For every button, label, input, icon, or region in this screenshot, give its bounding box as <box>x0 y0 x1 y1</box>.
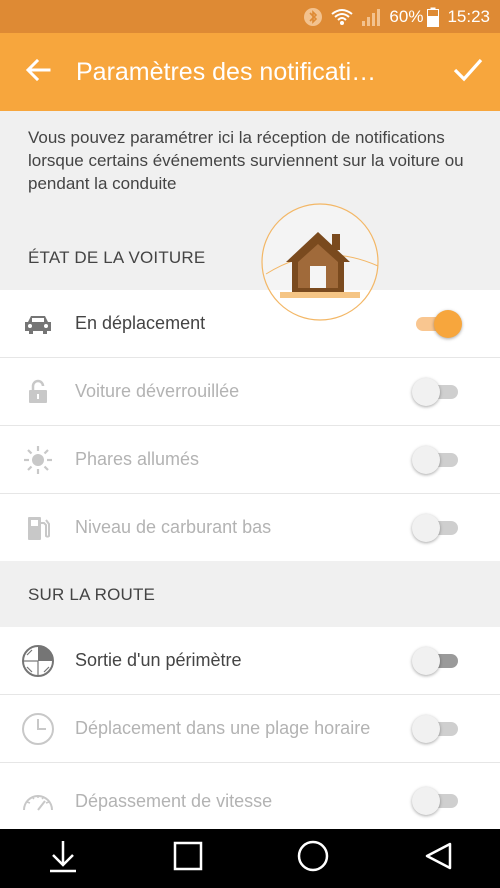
speedometer-icon <box>0 788 75 814</box>
setting-row-perimeter[interactable]: Sortie d'un périmètre <box>0 627 500 695</box>
perimeter-toggle[interactable] <box>412 646 462 676</box>
car-state-list: En déplacement Voiture déverrouillée Pha… <box>0 290 500 561</box>
clock-icon <box>0 712 75 746</box>
setting-row-time-range[interactable]: Déplacement dans une plage horaire <box>0 695 500 763</box>
section-header-car-state: ÉTAT DE LA VOITURE <box>28 248 206 267</box>
triangle-back-icon <box>423 841 453 876</box>
fuel-pump-icon <box>0 514 75 542</box>
navigation-bar <box>0 829 500 888</box>
confirm-button[interactable] <box>436 33 500 111</box>
setting-row-fuel[interactable]: Niveau de carburant bas <box>0 494 500 561</box>
time-range-toggle[interactable] <box>412 714 462 744</box>
nav-recents-button[interactable] <box>158 829 218 888</box>
battery-percent: 60% <box>389 6 424 26</box>
arrow-down-icon <box>48 839 78 878</box>
arrow-left-icon <box>25 57 51 88</box>
battery-icon <box>427 7 440 27</box>
moving-toggle[interactable] <box>412 309 462 339</box>
nav-notifications-button[interactable] <box>33 829 93 888</box>
intro-text: Vous pouvez paramétrer ici la réception … <box>28 128 464 193</box>
status-bar: 60% 15:23 <box>0 0 500 33</box>
setting-label: Sortie d'un périmètre <box>75 650 242 670</box>
app-bar: Paramètres des notificati… <box>0 33 500 111</box>
headlights-toggle[interactable] <box>412 445 462 475</box>
page-title: Paramètres des notificati… <box>76 57 377 86</box>
setting-label: Niveau de carburant bas <box>75 517 272 537</box>
check-icon <box>453 57 483 88</box>
unlocked-toggle[interactable] <box>412 377 462 407</box>
setting-row-speeding[interactable]: Dépassement de vitesse <box>0 763 500 829</box>
setting-label: Déplacement dans une plage horaire <box>75 718 371 738</box>
nav-back-button[interactable] <box>408 829 468 888</box>
circle-icon <box>297 840 329 877</box>
car-icon <box>0 313 75 335</box>
watermark-logo <box>258 200 382 324</box>
unlock-icon <box>0 379 75 405</box>
wifi-icon <box>331 8 354 26</box>
setting-label: Phares allumés <box>75 449 200 469</box>
fuel-toggle[interactable] <box>412 513 462 543</box>
setting-row-headlights[interactable]: Phares allumés <box>0 426 500 494</box>
setting-label: Dépassement de vitesse <box>75 790 273 811</box>
square-icon <box>173 841 203 876</box>
signal-icon <box>361 8 381 26</box>
perimeter-icon <box>0 644 75 678</box>
clock-time: 15:23 <box>447 6 490 26</box>
bluetooth-icon <box>303 7 323 27</box>
nav-home-button[interactable] <box>283 829 343 888</box>
speeding-toggle[interactable] <box>412 786 462 816</box>
on-road-list: Sortie d'un périmètre Déplacement dans u… <box>0 627 500 829</box>
back-button[interactable] <box>0 33 76 111</box>
sun-icon <box>0 445 75 475</box>
setting-label: Voiture déverrouillée <box>75 381 240 401</box>
setting-row-unlocked[interactable]: Voiture déverrouillée <box>0 358 500 426</box>
setting-row-moving[interactable]: En déplacement <box>0 290 500 358</box>
section-header-on-road: SUR LA ROUTE <box>28 585 156 604</box>
